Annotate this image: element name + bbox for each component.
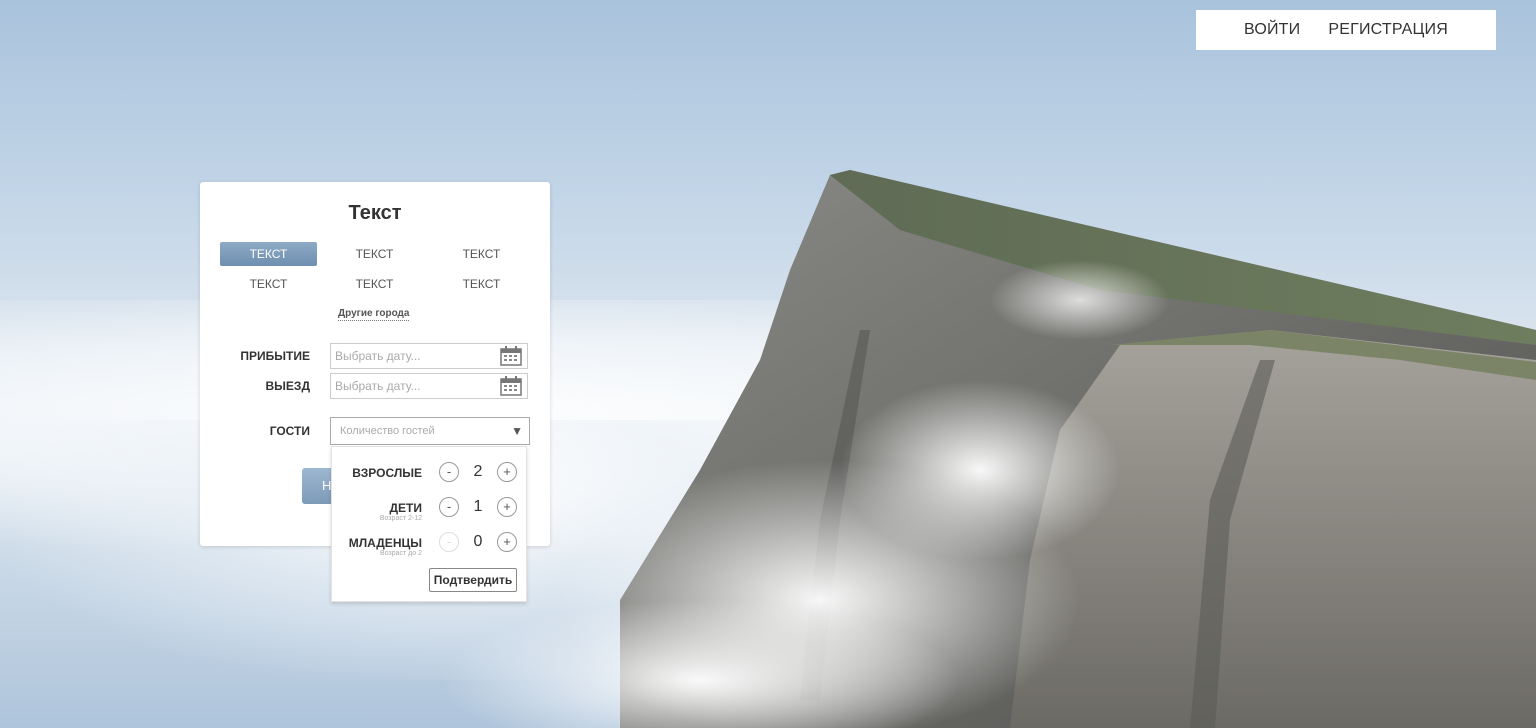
departure-date-input[interactable] — [330, 373, 528, 399]
infants-age-note: Возраст до 2 — [380, 550, 422, 557]
guests-label: ГОСТИ — [269, 424, 310, 438]
adults-label: ВЗРОСЛЫЕ — [352, 466, 422, 480]
city-tab-1[interactable]: ТЕКСТ — [220, 242, 317, 266]
confirm-button[interactable]: Подтвердить — [429, 568, 517, 592]
children-age-note: Возраст 2-12 — [379, 515, 422, 522]
calendar-icon[interactable] — [500, 346, 522, 366]
adults-minus-button[interactable]: - — [439, 462, 459, 482]
guests-placeholder: Количество гостей — [340, 425, 435, 437]
card-title: Текст — [348, 202, 402, 224]
chevron-down-icon: ▼ — [511, 424, 523, 438]
infants-count: 0 — [473, 533, 483, 550]
register-link[interactable]: РЕГИСТРАЦИЯ — [1328, 21, 1448, 39]
arrival-date-input[interactable] — [330, 343, 528, 369]
adults-count: 2 — [473, 463, 483, 480]
guests-select[interactable]: Количество гостей ▼ — [330, 417, 530, 445]
adults-plus-button[interactable]: + — [497, 462, 517, 482]
infants-minus-button[interactable]: - — [439, 532, 459, 552]
city-tab-6[interactable]: ТЕКСТ — [433, 272, 530, 296]
city-tab-5[interactable]: ТЕКСТ — [326, 272, 423, 296]
other-cities-link[interactable]: Другие города — [338, 308, 410, 321]
children-plus-button[interactable]: + — [497, 497, 517, 517]
infants-label: МЛАДЕНЦЫ — [348, 536, 422, 550]
login-link[interactable]: ВОЙТИ — [1244, 21, 1300, 39]
children-minus-button[interactable]: - — [439, 497, 459, 517]
departure-label: ВЫЕЗД — [265, 379, 310, 393]
city-tab-2[interactable]: ТЕКСТ — [326, 242, 423, 266]
search-button-label: Н — [322, 478, 332, 493]
infants-plus-button[interactable]: + — [497, 532, 517, 552]
city-tab-4[interactable]: ТЕКСТ — [220, 272, 317, 296]
children-label: ДЕТИ — [389, 501, 422, 515]
arrival-label: ПРИБЫТИЕ — [240, 349, 310, 363]
calendar-icon[interactable] — [500, 376, 522, 396]
guests-dropdown: ВЗРОСЛЫЕ - 2 + ДЕТИ Возраст 2-12 - 1 + М… — [331, 446, 527, 602]
city-tab-3[interactable]: ТЕКСТ — [433, 242, 530, 266]
children-count: 1 — [473, 498, 483, 515]
top-nav: ВОЙТИ РЕГИСТРАЦИЯ — [1196, 10, 1496, 50]
